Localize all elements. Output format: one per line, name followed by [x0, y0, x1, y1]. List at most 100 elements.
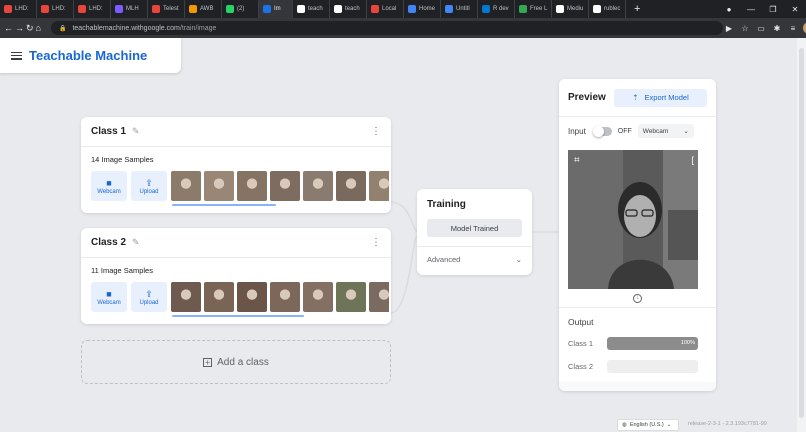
- language-value: English (U.S.): [629, 422, 664, 428]
- upload-button[interactable]: ⇪ Upload: [131, 282, 167, 312]
- browser-tab[interactable]: MLH: [111, 0, 148, 18]
- browser-tab[interactable]: LHD:: [37, 0, 74, 18]
- tab-label: LHD:: [15, 6, 29, 12]
- upload-button[interactable]: ⇪ Upload: [131, 171, 167, 201]
- chevron-down-icon: ⌄: [683, 128, 689, 135]
- camera-icon[interactable]: ▶: [723, 24, 735, 33]
- lock-icon: 🔒: [58, 25, 67, 32]
- advanced-toggle[interactable]: Advanced ⌄: [417, 246, 532, 272]
- browser-tab[interactable]: teach: [330, 0, 367, 18]
- minimize-button[interactable]: —: [740, 5, 762, 14]
- address-bar[interactable]: 🔒 teachablemachine.withgoogle.com/train/…: [50, 21, 723, 35]
- scrollbar-thumb[interactable]: [799, 48, 804, 418]
- webcam-button[interactable]: ■ Webcam: [91, 282, 127, 312]
- browser-tab[interactable]: LHD:: [0, 0, 37, 18]
- browser-tab[interactable]: rublec: [589, 0, 626, 18]
- tab-label: LHD:: [89, 6, 103, 12]
- maximize-button[interactable]: ❐: [762, 5, 784, 14]
- close-window-button[interactable]: ✕: [784, 5, 806, 14]
- favicon-icon: [41, 5, 49, 13]
- sample-thumbnail[interactable]: [171, 282, 201, 312]
- tab-label: R dev: [493, 6, 509, 12]
- sample-thumbnail[interactable]: [270, 171, 300, 201]
- home-icon[interactable]: ⌂: [36, 21, 41, 35]
- browser-tab[interactable]: LHD:: [74, 0, 111, 18]
- sample-thumbnail[interactable]: [336, 171, 366, 201]
- pencil-icon[interactable]: ✎: [132, 237, 140, 248]
- tab-label: rublec: [604, 6, 621, 12]
- browser-tab[interactable]: (2): [222, 0, 259, 18]
- arrow-down-icon: ↓: [633, 294, 642, 303]
- chevron-down-icon: ⌄: [666, 422, 672, 428]
- train-model-button[interactable]: Model Trained: [427, 219, 522, 237]
- browser-tab-strip: LHD: LHD: LHD: MLH Telest AWB (2) Im teach teach L…: [0, 0, 806, 18]
- sample-thumbnail[interactable]: [171, 171, 201, 201]
- confidence-bar: [607, 360, 698, 373]
- url-host: teachablemachine.withgoogle.com: [72, 24, 180, 32]
- scroll-indicator[interactable]: [172, 204, 276, 206]
- tab-label: Mediu: [567, 6, 584, 12]
- add-class-button[interactable]: + Add a class: [81, 340, 391, 384]
- language-select[interactable]: ◍ English (U.S.) ⌄: [617, 419, 679, 431]
- input-toggle[interactable]: [592, 125, 612, 137]
- confidence-percent: 100%: [680, 340, 695, 346]
- browser-tab[interactable]: Mediu: [552, 0, 589, 18]
- favicon-icon: [226, 5, 234, 13]
- browser-tab[interactable]: AWB: [185, 0, 222, 18]
- output-title: Output: [568, 317, 594, 327]
- pencil-icon[interactable]: ✎: [132, 126, 140, 137]
- webcam-button[interactable]: ■ Webcam: [91, 171, 127, 201]
- media-icon[interactable]: ≡: [787, 24, 799, 33]
- sample-thumbnail[interactable]: [369, 282, 389, 312]
- browser-tab[interactable]: R dev: [478, 0, 515, 18]
- export-model-button[interactable]: ⇡ Export Model: [614, 88, 707, 107]
- new-tab-button[interactable]: +: [626, 3, 648, 15]
- sample-thumbnail[interactable]: [369, 171, 389, 201]
- sample-thumbnail[interactable]: [270, 282, 300, 312]
- class-title[interactable]: Class 1: [91, 126, 126, 137]
- sample-thumbnail[interactable]: [237, 171, 267, 201]
- webcam-preview: ⌗ [: [568, 150, 698, 289]
- browser-tab[interactable]: Untitl: [441, 0, 478, 18]
- toolbar-actions: ▶ ☆ ▭ ✱ ≡ ⋮: [723, 22, 806, 34]
- sample-count: 11 Image Samples: [91, 266, 153, 275]
- horizontal-scrollbar[interactable]: [559, 382, 716, 391]
- chrome-cast-icon[interactable]: ▭: [755, 24, 767, 33]
- scroll-indicator[interactable]: [172, 315, 304, 317]
- sample-thumbnail[interactable]: [336, 282, 366, 312]
- sample-thumbnail[interactable]: [204, 282, 234, 312]
- input-source-select[interactable]: Webcam ⌄: [637, 124, 694, 138]
- star-icon[interactable]: ☆: [739, 24, 751, 33]
- sample-count: 14 Image Samples: [91, 155, 154, 164]
- crop-icon[interactable]: ⌗: [574, 155, 580, 166]
- class-title[interactable]: Class 2: [91, 237, 126, 248]
- extensions-icon[interactable]: ✱: [771, 24, 783, 33]
- page-scrollbar[interactable]: [797, 38, 806, 432]
- sample-thumbnail[interactable]: [303, 171, 333, 201]
- output-row: Class 1 100%: [568, 337, 707, 350]
- browser-tab[interactable]: Free L: [515, 0, 552, 18]
- sample-thumbnail[interactable]: [204, 171, 234, 201]
- browser-tab[interactable]: Telest: [148, 0, 185, 18]
- profile-icon[interactable]: ●: [718, 5, 740, 14]
- flip-icon[interactable]: [: [691, 155, 694, 165]
- class-card-1: Class 1 ✎ ⋮ 14 Image Samples ■ Webcam ⇪ …: [81, 117, 391, 213]
- forward-icon[interactable]: →: [15, 21, 24, 35]
- more-options-icon[interactable]: ⋮: [371, 126, 381, 137]
- back-icon[interactable]: ←: [4, 21, 13, 35]
- hamburger-menu-icon[interactable]: [11, 51, 22, 60]
- favicon-icon: [519, 5, 527, 13]
- webcam-label: Webcam: [97, 299, 121, 306]
- add-icon: +: [203, 357, 213, 367]
- more-options-icon[interactable]: ⋮: [371, 237, 381, 248]
- browser-tab[interactable]: teach: [293, 0, 330, 18]
- sample-thumbnail[interactable]: [303, 282, 333, 312]
- browser-tab[interactable]: Home: [404, 0, 441, 18]
- tab-label: AWB: [200, 6, 214, 12]
- browser-tab[interactable]: Im: [259, 0, 293, 18]
- class-header: Class 1 ✎ ⋮: [81, 117, 391, 147]
- sample-thumbnail[interactable]: [237, 282, 267, 312]
- favicon-icon: [371, 5, 379, 13]
- reload-icon[interactable]: ↻: [26, 21, 34, 35]
- browser-tab[interactable]: Local: [367, 0, 404, 18]
